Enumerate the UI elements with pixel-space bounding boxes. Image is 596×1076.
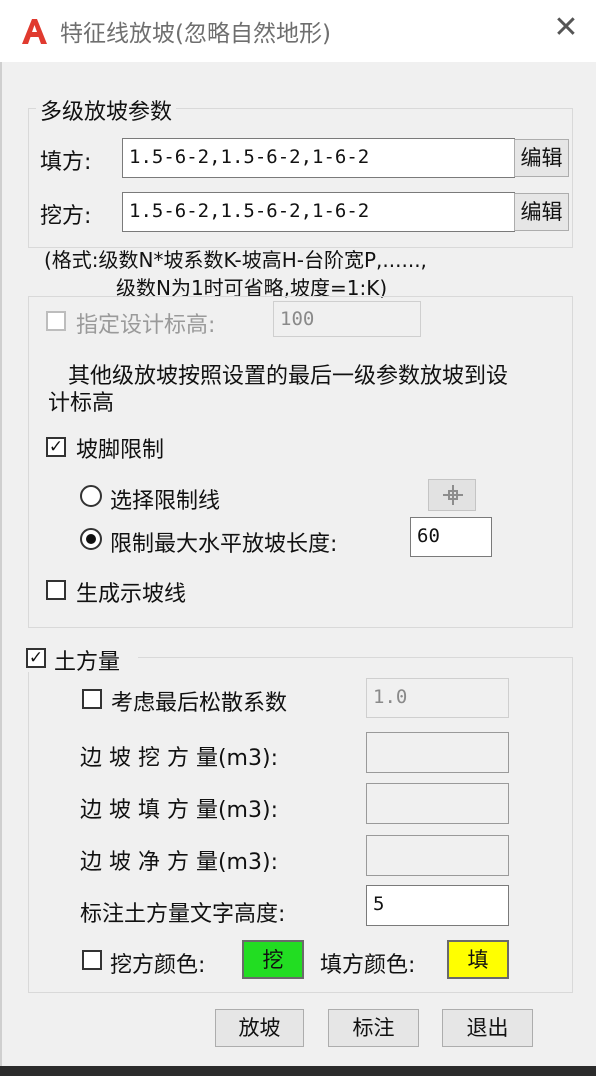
cut-volume-label: 边 坡 挖 方 量(m3): xyxy=(80,746,278,771)
exit-button[interactable]: 退出 xyxy=(442,1009,533,1047)
net-volume-label: 边 坡 净 方 量(m3): xyxy=(80,850,278,875)
slope-line-checkbox[interactable] xyxy=(46,580,66,600)
pick-line-button[interactable] xyxy=(428,479,476,511)
cut-color-checkbox[interactable] xyxy=(82,950,102,970)
max-length-input[interactable]: 60 xyxy=(410,517,492,557)
design-elev-label: 指定设计标高: xyxy=(76,313,216,338)
select-limit-line-label: 选择限制线 xyxy=(110,489,221,514)
slope-line-label: 生成示坡线 xyxy=(76,582,187,607)
close-button[interactable]: ✕ xyxy=(548,10,584,46)
crosshair-icon xyxy=(443,485,463,505)
cut-label: 挖方: xyxy=(40,204,92,229)
fill-volume-label: 边 坡 填 方 量(m3): xyxy=(80,798,278,823)
cut-color-swatch[interactable]: 挖 xyxy=(242,940,304,979)
earthwork-checkbox[interactable]: ✓ xyxy=(26,648,46,668)
cut-color-label: 挖方颜色: xyxy=(110,953,206,978)
annotate-button[interactable]: 标注 xyxy=(328,1009,419,1047)
loose-factor-input[interactable]: 1.0 xyxy=(366,678,509,718)
window-bottom-edge xyxy=(0,1066,596,1076)
multi-slope-legend: 多级放坡参数 xyxy=(36,94,177,126)
fill-params-input[interactable]: 1.5-6-2,1.5-6-2,1-6-2 xyxy=(122,138,515,178)
earthwork-legend: 土方量 xyxy=(54,650,121,675)
design-elev-note-line1: 其他级放坡按照设置的最后一级参数放坡到设 xyxy=(68,364,509,389)
slope-button[interactable]: 放坡 xyxy=(215,1009,304,1047)
fill-edit-button[interactable]: 编辑 xyxy=(514,139,569,177)
fill-volume-output xyxy=(366,783,509,824)
loose-factor-checkbox[interactable] xyxy=(82,689,102,709)
autocad-logo-icon xyxy=(20,17,48,45)
fill-color-swatch[interactable]: 填 xyxy=(447,940,509,979)
window-border xyxy=(0,62,2,1076)
select-limit-line-radio[interactable] xyxy=(80,485,102,507)
text-height-input[interactable]: 5 xyxy=(366,885,509,926)
cut-volume-output xyxy=(366,732,509,773)
format-hint-line1: (格式:级数N*坡系数K-坡高H-台阶宽P,......, xyxy=(44,248,427,272)
max-length-label: 限制最大水平放坡长度: xyxy=(110,532,338,557)
design-elev-note-line2: 计标高 xyxy=(48,391,115,416)
fill-label: 填方: xyxy=(40,150,92,175)
toe-limit-label: 坡脚限制 xyxy=(76,438,165,463)
cut-params-input[interactable]: 1.5-6-2,1.5-6-2,1-6-2 xyxy=(122,192,515,232)
text-height-label: 标注土方量文字高度: xyxy=(80,902,286,927)
design-elev-input[interactable]: 100 xyxy=(273,301,421,337)
toe-limit-checkbox[interactable]: ✓ xyxy=(46,437,66,457)
max-length-radio[interactable] xyxy=(80,528,102,550)
loose-factor-label: 考虑最后松散系数 xyxy=(111,691,288,716)
window-title: 特征线放坡(忽略自然地形) xyxy=(60,21,331,47)
cut-edit-button[interactable]: 编辑 xyxy=(514,193,569,231)
fill-color-label: 填方颜色: xyxy=(320,953,416,978)
net-volume-output xyxy=(366,835,509,876)
design-elev-checkbox[interactable] xyxy=(46,311,66,331)
